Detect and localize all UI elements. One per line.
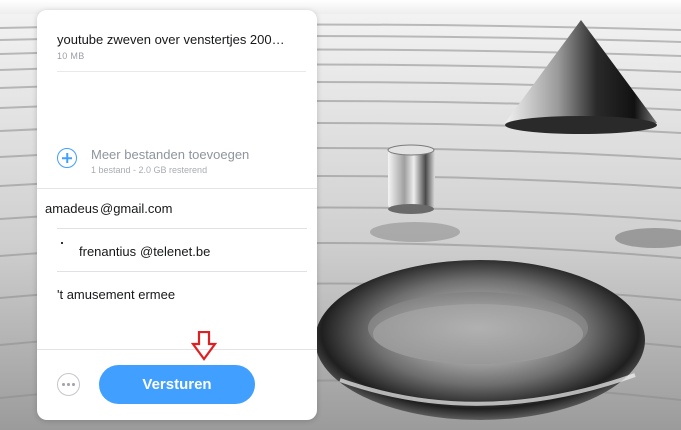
remaining-space-text: 1 bestand - 2.0 GB resterend: [91, 165, 208, 175]
footer-divider: [37, 349, 317, 350]
field-divider: [57, 228, 307, 229]
more-horizontal-icon: [62, 383, 75, 386]
email-from-user[interactable]: frenantius: [79, 244, 136, 259]
add-files-label[interactable]: Meer bestanden toevoegen: [91, 147, 249, 162]
file-list: youtube zweven over venstertjes 200… 10 …: [37, 10, 317, 189]
email-from-domain[interactable]: @telenet.be: [140, 244, 210, 259]
email-to-user[interactable]: amadeus: [45, 201, 98, 216]
screen: youtube zweven over venstertjes 200… 10 …: [0, 0, 681, 430]
transfer-panel: youtube zweven over venstertjes 200… 10 …: [37, 10, 317, 420]
add-files-button[interactable]: Meer bestanden toevoegen 1 bestand - 2.0…: [57, 146, 297, 182]
message-text[interactable]: 't amusement ermee: [57, 287, 175, 302]
annotation-down-arrow-icon: [191, 331, 217, 361]
file-name[interactable]: youtube zweven over venstertjes 200…: [57, 32, 285, 47]
send-button[interactable]: Versturen: [99, 365, 255, 404]
plus-circle-icon[interactable]: [57, 148, 77, 168]
file-divider: [57, 71, 306, 72]
field-divider: [57, 271, 307, 272]
file-size: 10 MB: [57, 51, 85, 61]
cursor-mark: [61, 242, 63, 244]
more-options-button[interactable]: [57, 373, 80, 396]
email-to-domain[interactable]: @gmail.com: [100, 201, 172, 216]
